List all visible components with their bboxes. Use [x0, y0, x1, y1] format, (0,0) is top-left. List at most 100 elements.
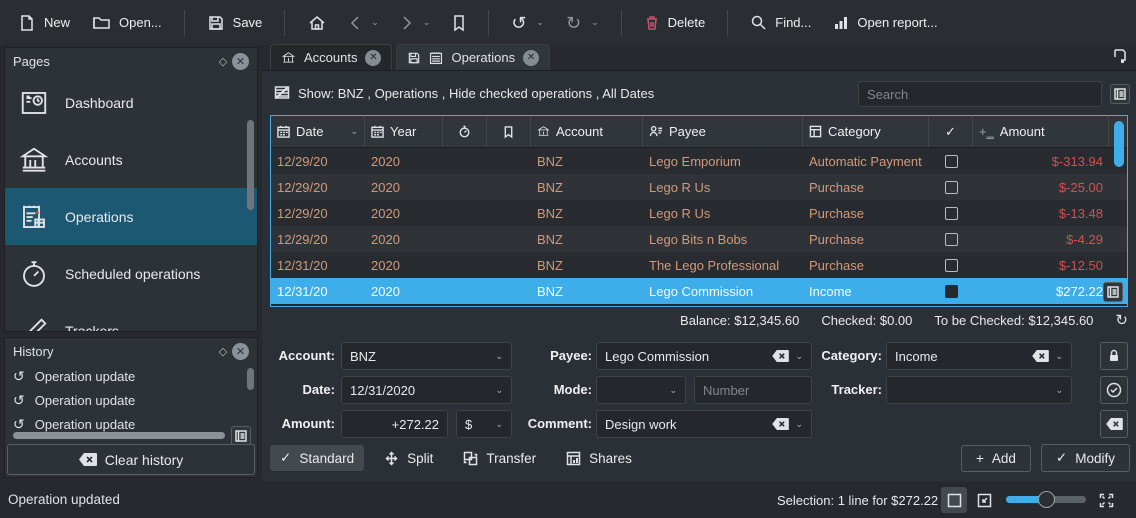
zoom-slider-handle[interactable]: [1038, 491, 1055, 508]
table-row[interactable]: 12/29/20 2020 BNZ Lego R Us Purchase $-1…: [271, 200, 1127, 226]
float-panel-icon[interactable]: ◇: [214, 52, 232, 70]
zoom-slider[interactable]: [1006, 496, 1086, 503]
comment-combobox[interactable]: Design work ⌄: [596, 410, 812, 438]
redo-button[interactable]: ↻⌄: [558, 8, 607, 38]
checkbox[interactable]: [945, 155, 958, 168]
cell-checked[interactable]: [929, 207, 973, 220]
cell-payee: Lego Bits n Bobs: [643, 232, 803, 247]
redo-dropdown-caret[interactable]: ⌄: [591, 17, 599, 28]
freeze-lock-button[interactable]: [1100, 342, 1128, 370]
close-panel-icon[interactable]: ✕: [232, 343, 249, 360]
unit-combobox[interactable]: $ ⌄: [456, 410, 512, 438]
cell-checked[interactable]: [929, 233, 973, 246]
payee-combobox[interactable]: Lego Commission ⌄: [596, 342, 812, 370]
search-input[interactable]: [858, 81, 1102, 107]
cell-checked[interactable]: [929, 259, 973, 272]
modify-button[interactable]: ✓ Modify: [1041, 444, 1130, 472]
sidebar-item-scheduled[interactable]: Scheduled operations: [5, 245, 257, 302]
category-combobox[interactable]: Income ⌄: [886, 342, 1072, 370]
column-header-bookmark[interactable]: [487, 116, 531, 147]
mode-standard-button[interactable]: ✓ Standard: [270, 445, 364, 471]
tab-operations[interactable]: Operations ✕: [396, 44, 550, 70]
bookmark-button[interactable]: [444, 8, 474, 38]
search-config-button[interactable]: [1110, 84, 1130, 104]
fast-edition-button[interactable]: [1100, 376, 1128, 404]
new-button[interactable]: New: [10, 8, 78, 38]
zoom-expand-button[interactable]: [1093, 487, 1119, 513]
column-header-date[interactable]: Date ⌄: [271, 116, 365, 147]
cell-checked[interactable]: [929, 285, 973, 298]
column-header-amount[interactable]: +‗ Amount: [973, 116, 1109, 147]
checkbox[interactable]: [945, 233, 958, 246]
history-horizontal-scrollbar[interactable]: [13, 432, 225, 439]
column-header-year[interactable]: Year: [365, 116, 443, 147]
tab-close-icon[interactable]: ✕: [523, 50, 539, 66]
history-config-button[interactable]: [231, 426, 251, 446]
pages-scrollbar[interactable]: [247, 120, 254, 210]
forward-button[interactable]: ⌄: [393, 9, 439, 37]
table-row[interactable]: 12/29/20 2020 BNZ Lego Emporium Automati…: [271, 148, 1127, 174]
account-combobox[interactable]: BNZ ⌄: [341, 342, 512, 370]
checkbox[interactable]: [945, 207, 958, 220]
amount-field[interactable]: [350, 417, 439, 432]
column-header-schedule[interactable]: [443, 116, 487, 147]
back-button[interactable]: ⌄: [341, 9, 387, 37]
add-button[interactable]: + Add: [961, 445, 1031, 472]
float-panel-icon[interactable]: ◇: [214, 342, 232, 360]
forward-dropdown-caret[interactable]: ⌄: [423, 17, 431, 28]
table-row[interactable]: 12/31/20 2020 BNZ The Lego Professional …: [271, 252, 1127, 278]
tracker-combobox[interactable]: ⌄: [886, 376, 1072, 404]
table-row[interactable]: 12/29/20 2020 BNZ Lego Bits n Bobs Purch…: [271, 226, 1127, 252]
mode-combobox[interactable]: ⌄: [596, 376, 686, 404]
table-row-selected[interactable]: 12/31/20 2020 BNZ Lego Commission Income…: [271, 278, 1127, 304]
column-header-category[interactable]: Category: [803, 116, 929, 147]
history-scrollbar[interactable]: [247, 368, 254, 390]
checkbox[interactable]: [945, 181, 958, 194]
home-button[interactable]: [299, 8, 335, 38]
table-row[interactable]: 12/29/20 2020 BNZ Lego R Us Purchase $-2…: [271, 174, 1127, 200]
table-scrollbar[interactable]: [1114, 121, 1124, 167]
back-dropdown-caret[interactable]: ⌄: [371, 17, 379, 28]
find-button[interactable]: Find...: [742, 8, 819, 37]
zoom-fit-selection-button[interactable]: [941, 487, 967, 513]
delete-button[interactable]: Delete: [636, 8, 714, 38]
number-field[interactable]: [703, 383, 803, 398]
mode-split-button[interactable]: Split: [374, 446, 443, 471]
column-header-account[interactable]: Account: [531, 116, 643, 147]
tab-accounts[interactable]: Accounts ✕: [270, 44, 392, 70]
column-header-payee[interactable]: Payee: [643, 116, 803, 147]
reset-form-button[interactable]: [1100, 410, 1128, 438]
clear-field-icon[interactable]: [772, 350, 789, 362]
clear-field-icon[interactable]: [1032, 350, 1049, 362]
cell-year: 2020: [365, 180, 443, 195]
sidebar-item-dashboard[interactable]: Dashboard: [5, 74, 257, 131]
cell-checked[interactable]: [929, 181, 973, 194]
date-combobox[interactable]: 12/31/2020 ⌄: [341, 376, 512, 404]
column-header-checked[interactable]: ✓: [929, 116, 973, 147]
open-report-button[interactable]: Open report...: [825, 9, 945, 37]
detach-tab-button[interactable]: [1112, 48, 1128, 66]
mode-transfer-button[interactable]: Transfer: [453, 446, 546, 471]
open-button[interactable]: Open...: [84, 8, 170, 38]
sidebar-item-accounts[interactable]: Accounts: [5, 131, 257, 188]
history-item[interactable]: ↺Operation update: [5, 388, 257, 412]
clear-history-button[interactable]: Clear history: [7, 444, 255, 475]
undo-button[interactable]: ↺⌄: [503, 8, 552, 38]
save-button[interactable]: Save: [199, 8, 271, 38]
tab-close-icon[interactable]: ✕: [365, 50, 381, 66]
history-item[interactable]: ↺Operation update: [5, 364, 257, 388]
sidebar-item-operations[interactable]: Operations: [5, 188, 257, 245]
checkbox[interactable]: [945, 259, 958, 272]
mode-shares-button[interactable]: Shares: [556, 446, 642, 471]
undo-dropdown-caret[interactable]: ⌄: [536, 17, 544, 28]
sidebar-item-trackers[interactable]: Trackers: [5, 302, 257, 332]
table-config-button[interactable]: [1103, 282, 1123, 302]
zoom-original-button[interactable]: [971, 487, 997, 513]
checkbox-checked[interactable]: [945, 285, 958, 298]
expand-icon: [1099, 493, 1114, 508]
cell-checked[interactable]: [929, 155, 973, 168]
clear-field-icon[interactable]: [772, 418, 789, 430]
history-item[interactable]: ↺Operation update: [5, 412, 257, 432]
close-panel-icon[interactable]: ✕: [232, 53, 249, 70]
refresh-icon[interactable]: ↻: [1115, 313, 1128, 328]
